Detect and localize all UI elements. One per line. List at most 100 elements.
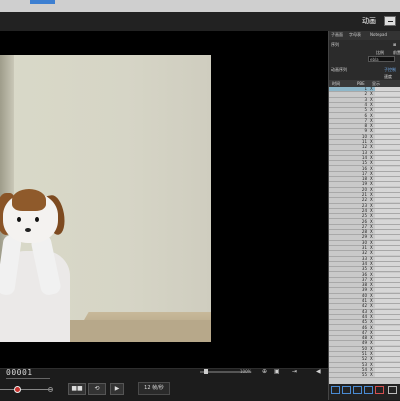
frame-cell[interactable]: [375, 230, 400, 235]
frame-number: 55: [361, 372, 367, 378]
frame-cell[interactable]: [375, 251, 400, 256]
delete-frame-icon[interactable]: [375, 386, 384, 394]
arrow-icon[interactable]: [388, 386, 397, 394]
zoom-slider-knob[interactable]: [204, 369, 208, 374]
frame-cell[interactable]: [375, 224, 400, 229]
frame-cell[interactable]: [375, 304, 400, 309]
frame-cell[interactable]: [375, 330, 400, 335]
frame-cell[interactable]: [375, 256, 400, 261]
duplicate-frame-icon[interactable]: [342, 386, 351, 394]
frame-number: 52: [361, 356, 367, 362]
frame-cell[interactable]: [375, 118, 400, 123]
timeline-playhead[interactable]: [14, 386, 21, 393]
dog-head-patch: [12, 189, 46, 211]
frame-cell[interactable]: [375, 155, 400, 160]
frame-counter[interactable]: 00001: [6, 368, 33, 377]
frame-cell[interactable]: [375, 336, 400, 341]
frame-cell[interactable]: [375, 177, 400, 182]
list-item[interactable]: 55 X: [329, 372, 400, 379]
edit-frame-icon[interactable]: [364, 386, 373, 394]
frame-cell[interactable]: [375, 134, 400, 139]
frame-number: 5: [364, 107, 367, 113]
frame-cell[interactable]: [375, 341, 400, 346]
frame-cell[interactable]: [375, 246, 400, 250]
frame-cell[interactable]: [375, 283, 400, 288]
frame-cell[interactable]: [375, 357, 400, 362]
frame-cell[interactable]: [375, 113, 400, 118]
sub-control-label[interactable]: 子控制: [384, 67, 396, 73]
frame-mark: X: [370, 271, 373, 277]
volume-icon[interactable]: ◀: [316, 368, 321, 375]
frame-number: 43: [361, 308, 367, 314]
minimize-button[interactable]: [384, 16, 396, 26]
frame-cell[interactable]: [375, 102, 400, 107]
active-tab-indicator[interactable]: [30, 0, 55, 4]
sequence-options-icon[interactable]: ⊞: [393, 42, 396, 47]
tab-notepad[interactable]: Notepad: [370, 32, 387, 37]
frame-number: 6: [364, 112, 367, 118]
frame-cell[interactable]: [375, 352, 400, 356]
timeline-end-marker[interactable]: [48, 387, 53, 392]
fps-selector[interactable]: 12 帧/秒: [138, 382, 170, 395]
frame-number: 25: [361, 213, 367, 219]
frame-cell[interactable]: [375, 240, 400, 245]
frame-list[interactable]: 1 X 2 X 3 X 4 X 5 X 6 X 7 X 8 X 9 X 10 X 11 X 12 X 13 X 14 X 15 X 16 X 1…: [329, 87, 400, 384]
frames-button[interactable]: ■■: [68, 383, 86, 395]
frame-cell[interactable]: [375, 214, 400, 219]
frame-cell[interactable]: [375, 166, 400, 171]
frame-cell[interactable]: [375, 299, 400, 303]
frame-cell[interactable]: [375, 171, 400, 176]
zoom-level: 100%: [240, 369, 252, 374]
frame-mark: X: [370, 128, 373, 134]
frame-cell[interactable]: [375, 288, 400, 293]
frame-number: 46: [361, 324, 367, 330]
frame-cell[interactable]: [375, 293, 400, 298]
frame-cell[interactable]: [375, 97, 400, 102]
frame-cell[interactable]: [375, 309, 400, 314]
loop-button[interactable]: ⟲: [88, 383, 106, 395]
frame-cell[interactable]: [375, 161, 400, 166]
frame-cell[interactable]: [375, 140, 400, 144]
image-frame-icon[interactable]: [353, 386, 362, 394]
frame-mark: X: [370, 218, 373, 224]
frame-cell[interactable]: [375, 182, 400, 187]
frame-cell[interactable]: [375, 272, 400, 277]
play-button[interactable]: ▶: [110, 383, 124, 395]
frame-cell[interactable]: [375, 129, 400, 134]
frame-cell[interactable]: [375, 108, 400, 113]
next-frame-icon[interactable]: ⇥: [292, 368, 297, 375]
frame-icon[interactable]: ▣: [274, 368, 280, 375]
tab-alphabet[interactable]: 字母表: [349, 32, 361, 38]
frame-cell[interactable]: [375, 261, 400, 266]
frame-cell[interactable]: [375, 367, 400, 372]
frame-cell[interactable]: [375, 362, 400, 367]
timeline-track[interactable]: [0, 389, 52, 390]
frame-cell[interactable]: [375, 267, 400, 272]
frame-cell[interactable]: [375, 373, 400, 378]
frame-cell[interactable]: [375, 320, 400, 325]
add-frame-icon[interactable]: [331, 386, 340, 394]
frame-cell[interactable]: [375, 346, 400, 351]
frame-cell[interactable]: [375, 277, 400, 282]
frame-cell[interactable]: [375, 92, 400, 97]
frame-cell[interactable]: [375, 235, 400, 240]
frame-cell[interactable]: [375, 219, 400, 224]
frame-cell[interactable]: [375, 187, 400, 192]
fit-icon[interactable]: ⊕: [262, 368, 267, 375]
frame-cell[interactable]: [375, 314, 400, 319]
frame-cell[interactable]: [375, 325, 400, 330]
frame-cell[interactable]: [375, 145, 400, 150]
frame-mark: X: [370, 144, 373, 150]
frame-cell[interactable]: [375, 87, 400, 91]
frame-cell[interactable]: [375, 124, 400, 129]
tab-sprites[interactable]: 子画面: [331, 32, 343, 38]
frame-cell[interactable]: [375, 203, 400, 208]
panel-title: 动画: [362, 17, 376, 25]
frame-cell[interactable]: [375, 208, 400, 213]
frame-cell[interactable]: [375, 198, 400, 203]
frame-number: 45: [361, 319, 367, 325]
frame-cell[interactable]: [375, 150, 400, 155]
frame-cell[interactable]: [375, 193, 400, 197]
frame-mark: X: [370, 234, 373, 240]
frame-mark: X: [370, 361, 373, 367]
